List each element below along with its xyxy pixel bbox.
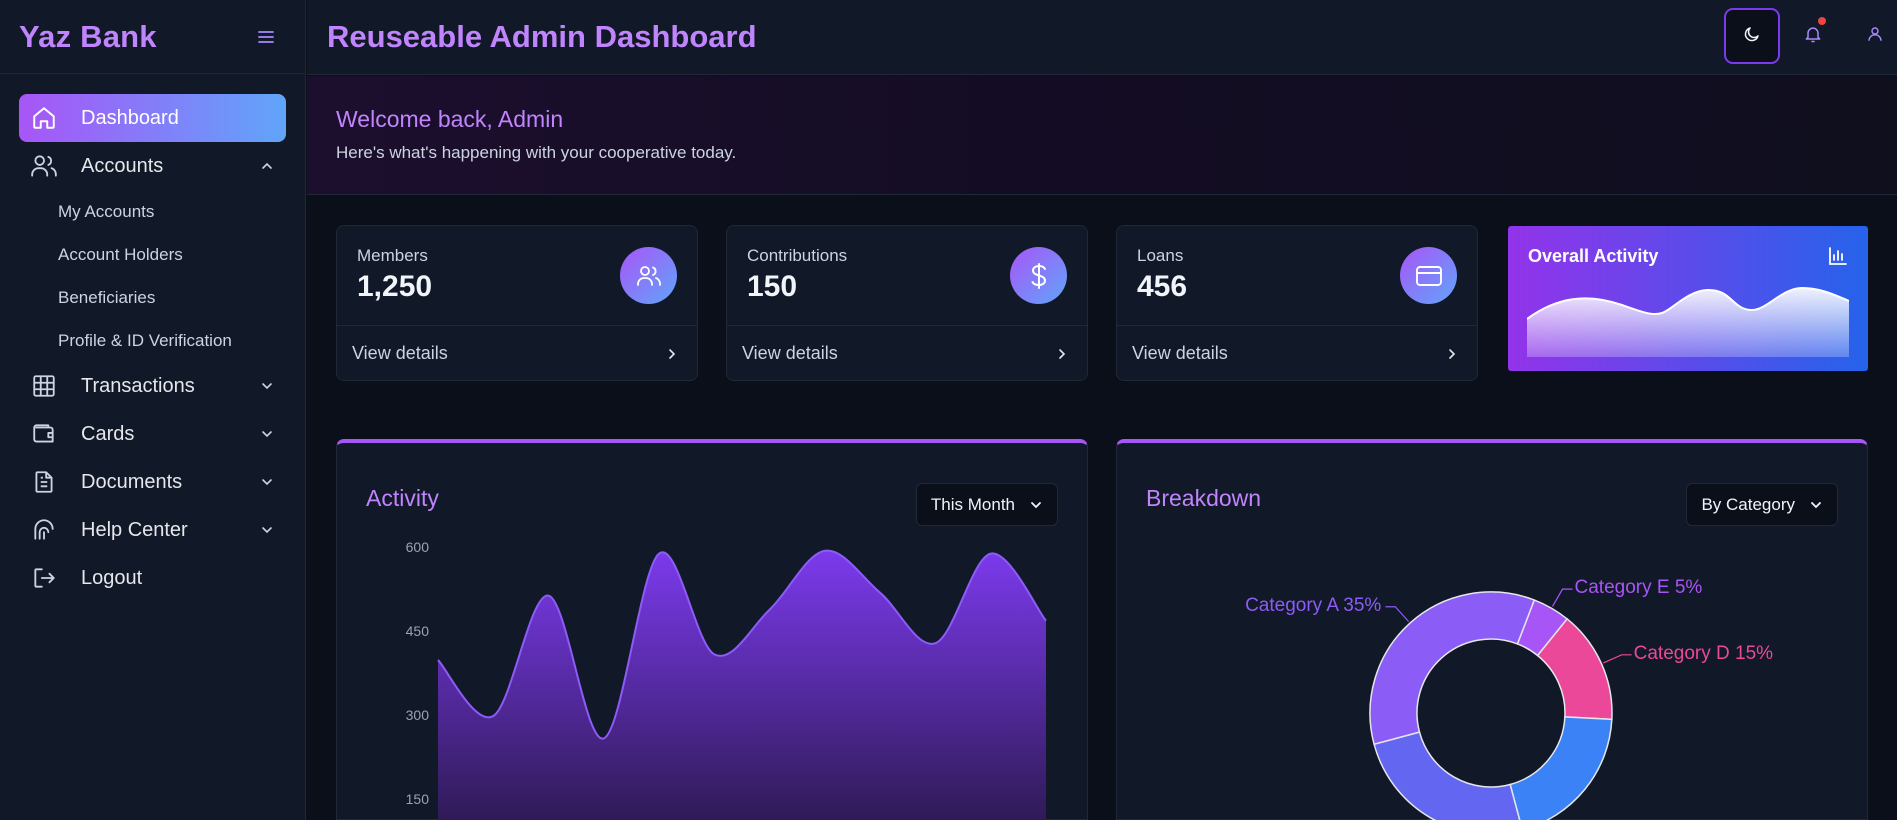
users-icon <box>29 151 59 181</box>
sidebar-item-label: Accounts <box>81 154 164 177</box>
stat-card-body: Loans 456 <box>1117 226 1477 326</box>
notification-dot <box>1818 17 1826 25</box>
donut-leader-line <box>1551 588 1573 607</box>
sidebar-item-label: Help Center <box>81 518 188 541</box>
chevron-down-icon <box>258 377 276 395</box>
sidebar-item-help-center[interactable]: Help Center <box>19 506 286 554</box>
home-icon <box>29 103 59 133</box>
sidebar-item-accounts[interactable]: Accounts <box>19 142 286 190</box>
page-title: Reuseable Admin Dashboard <box>327 19 757 54</box>
chevron-down-icon <box>258 473 276 491</box>
overall-activity-sparkline <box>1527 286 1849 357</box>
activity-panel: Activity This Month 600 450 300 150 <box>336 439 1088 820</box>
sidebar-nav: Dashboard Accounts My Accounts Account H… <box>0 74 305 602</box>
breakdown-donut-chart <box>1369 588 1632 820</box>
sidebar-item-dashboard[interactable]: Dashboard <box>19 94 286 142</box>
chevron-up-icon <box>258 157 276 175</box>
donut-slice[interactable] <box>1509 716 1613 820</box>
bar-chart-icon <box>1828 246 1848 271</box>
view-details-link[interactable]: View details <box>727 326 1087 381</box>
donut-slice[interactable] <box>1373 731 1522 820</box>
sidebar-item-cards[interactable]: Cards <box>19 410 286 458</box>
view-details-label: View details <box>352 343 448 363</box>
submenu-item-profile-verification[interactable]: Profile & ID Verification <box>58 319 286 362</box>
document-icon <box>29 467 59 497</box>
submenu-item-account-holders[interactable]: Account Holders <box>58 233 286 276</box>
donut-slice-label: Category E 5% <box>1574 577 1703 599</box>
menu-toggle-icon[interactable] <box>257 24 275 50</box>
sidebar-item-label: Documents <box>81 470 183 493</box>
welcome-banner: Welcome back, Admin Here's what's happen… <box>307 76 1897 195</box>
overall-activity-title: Overall Activity <box>1528 246 1659 266</box>
user-menu-button[interactable] <box>1864 24 1886 48</box>
grid-icon <box>29 371 59 401</box>
view-details-label: View details <box>1132 343 1228 363</box>
sidebar-item-transactions[interactable]: Transactions <box>19 362 286 410</box>
welcome-title: Welcome back, Admin <box>336 106 564 132</box>
logout-icon <box>29 563 59 593</box>
credit-card-icon <box>1400 247 1457 304</box>
theme-toggle-button[interactable] <box>1724 8 1780 64</box>
wallet-icon <box>29 419 59 449</box>
view-details-label: View details <box>742 343 838 363</box>
chevron-down-icon <box>258 521 276 539</box>
notifications-button[interactable] <box>1799 17 1827 52</box>
breakdown-panel: Breakdown By Category Category A 35% Cate… <box>1116 439 1868 820</box>
brand-logo[interactable]: Yaz Bank <box>19 19 157 55</box>
bell-icon <box>1803 23 1823 50</box>
donut-leader-line <box>1385 606 1410 622</box>
stat-card-body: Members 1,250 <box>337 226 697 326</box>
overall-activity-card[interactable]: Overall Activity <box>1508 226 1868 371</box>
donut-leader-line <box>1603 654 1632 664</box>
top-header: Reuseable Admin Dashboard <box>307 0 1897 75</box>
activity-area-chart <box>437 549 1047 820</box>
dollar-icon <box>1010 247 1067 304</box>
sidebar: Yaz Bank Dashboard Accounts My Accounts … <box>0 0 306 820</box>
stat-card-body: Contributions 150 <box>727 226 1087 326</box>
stat-card-contributions: Contributions 150 View details <box>726 225 1088 381</box>
user-icon <box>1866 24 1884 49</box>
submenu-item-my-accounts[interactable]: My Accounts <box>58 190 286 233</box>
stat-card-members: Members 1,250 View details <box>336 225 698 381</box>
headset-icon <box>29 515 59 545</box>
accounts-submenu: My Accounts Account Holders Beneficiarie… <box>19 190 286 362</box>
chevron-down-icon <box>258 425 276 443</box>
view-details-link[interactable]: View details <box>337 326 697 381</box>
moon-icon <box>1743 25 1761 48</box>
donut-slice[interactable] <box>1369 591 1536 746</box>
sidebar-item-label: Dashboard <box>81 106 179 129</box>
sidebar-item-label: Logout <box>81 566 143 589</box>
welcome-subtitle: Here's what's happening with your cooper… <box>336 143 737 162</box>
sidebar-item-label: Transactions <box>81 374 195 397</box>
chevron-right-icon <box>1449 348 1456 359</box>
chevron-right-icon <box>669 348 676 359</box>
sidebar-item-logout[interactable]: Logout <box>19 554 286 602</box>
view-details-link[interactable]: View details <box>1117 326 1477 381</box>
users-icon <box>620 247 677 304</box>
chevron-right-icon <box>1059 348 1066 359</box>
sidebar-item-documents[interactable]: Documents <box>19 458 286 506</box>
donut-slice-label: Category A 35% <box>1245 594 1382 616</box>
stat-card-loans: Loans 456 View details <box>1116 225 1478 381</box>
submenu-item-beneficiaries[interactable]: Beneficiaries <box>58 276 286 319</box>
sidebar-item-label: Cards <box>81 422 135 445</box>
donut-slice-label: Category D 15% <box>1633 642 1774 664</box>
activity-area <box>438 550 1046 820</box>
brand-row: Yaz Bank <box>0 0 305 74</box>
